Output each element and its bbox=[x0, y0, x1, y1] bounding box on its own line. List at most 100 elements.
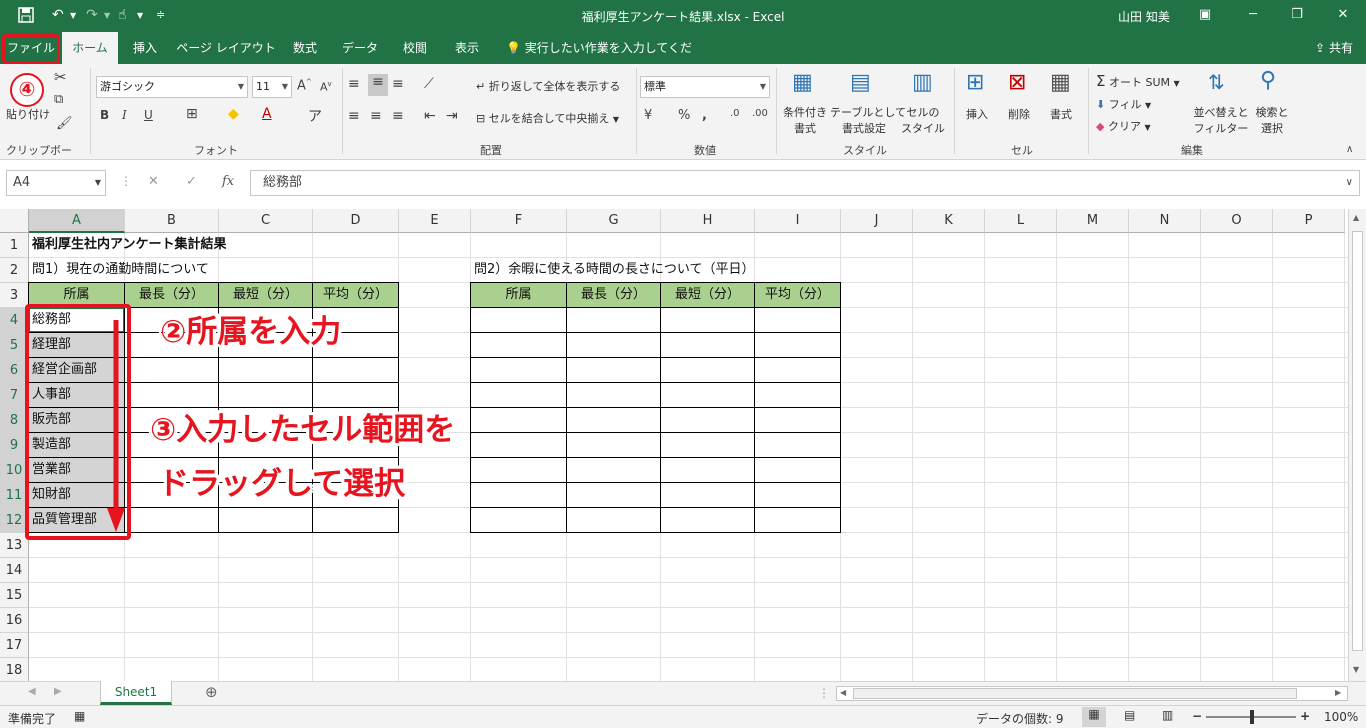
zoom-slider-thumb[interactable] bbox=[1250, 710, 1254, 724]
increase-decimal-icon[interactable]: .0 bbox=[730, 108, 740, 119]
column-header-j[interactable]: J bbox=[841, 209, 913, 233]
delete-cells-button[interactable]: 削除 bbox=[1008, 106, 1030, 122]
table-data-cell[interactable] bbox=[566, 482, 661, 508]
table-data-cell[interactable] bbox=[566, 382, 661, 408]
row-header-17[interactable]: 17 bbox=[0, 633, 29, 658]
table-data-cell[interactable] bbox=[754, 407, 841, 433]
orientation-icon[interactable]: ⟋ bbox=[424, 76, 434, 92]
table-data-cell[interactable] bbox=[754, 357, 841, 383]
table-data-cell[interactable] bbox=[470, 307, 567, 333]
tell-me-box[interactable]: 💡 実行したい作業を入力してください bbox=[506, 32, 696, 87]
expand-formula-icon[interactable]: ∨ bbox=[1346, 171, 1353, 195]
table-data-cell[interactable] bbox=[754, 482, 841, 508]
align-top-icon[interactable]: ≡ bbox=[348, 76, 360, 92]
font-size-select[interactable]: 11 ▼ bbox=[252, 76, 292, 98]
find-select-icon[interactable]: ⚲ bbox=[1260, 68, 1276, 93]
paste-button[interactable]: 貼り付け bbox=[6, 106, 50, 122]
table-data-cell[interactable] bbox=[754, 432, 841, 458]
table-data-cell[interactable] bbox=[124, 507, 219, 533]
table-data-cell[interactable] bbox=[566, 307, 661, 333]
column-header-m[interactable]: M bbox=[1057, 209, 1129, 233]
column-header-f[interactable]: F bbox=[471, 209, 567, 233]
table-header-cell[interactable]: 最長（分） bbox=[566, 282, 661, 308]
row-header-1[interactable]: 1 bbox=[0, 233, 29, 258]
sort-filter-button[interactable]: 並べ替えと フィルター bbox=[1192, 104, 1250, 136]
table-data-cell[interactable] bbox=[754, 457, 841, 483]
cell-f2-question2[interactable]: 問2）余暇に使える時間の長さについて（平日） bbox=[471, 258, 755, 283]
column-header-p[interactable]: P bbox=[1273, 209, 1345, 233]
tab-review[interactable]: 校閲 bbox=[394, 32, 436, 64]
restore-button[interactable]: ❐ bbox=[1282, 4, 1312, 26]
table-data-cell[interactable] bbox=[660, 432, 755, 458]
vertical-scrollbar[interactable]: ▲ ▼ bbox=[1348, 209, 1366, 681]
font-name-select[interactable]: 游ゴシック ▼ bbox=[96, 76, 248, 98]
table-data-cell[interactable] bbox=[470, 407, 567, 433]
accounting-format-icon[interactable]: ¥ bbox=[644, 108, 652, 123]
tab-insert[interactable]: 挿入 bbox=[124, 32, 166, 64]
table-data-cell[interactable] bbox=[312, 507, 399, 533]
table-data-cell[interactable] bbox=[218, 357, 313, 383]
table-data-cell[interactable] bbox=[660, 457, 755, 483]
zoom-level[interactable]: 100% bbox=[1324, 710, 1358, 724]
grow-font-icon[interactable]: A^ bbox=[297, 78, 312, 93]
tab-formulas[interactable]: 数式 bbox=[284, 32, 326, 64]
ribbon-display-options-icon[interactable]: ▣ bbox=[1190, 4, 1220, 26]
percent-icon[interactable]: % bbox=[678, 108, 690, 123]
format-cells-button[interactable]: 書式 bbox=[1050, 106, 1072, 122]
column-header-n[interactable]: N bbox=[1129, 209, 1201, 233]
column-header-k[interactable]: K bbox=[913, 209, 985, 233]
row-header-3[interactable]: 3 bbox=[0, 283, 29, 308]
table-format-icon[interactable]: ▤ bbox=[850, 70, 871, 95]
page-layout-view-icon[interactable]: ▤ bbox=[1124, 708, 1135, 722]
decrease-indent-icon[interactable]: ⇤ bbox=[424, 108, 436, 124]
table-data-cell[interactable] bbox=[312, 357, 399, 383]
table-data-cell[interactable] bbox=[660, 382, 755, 408]
insert-cells-button[interactable]: 挿入 bbox=[966, 106, 988, 122]
table-data-cell[interactable] bbox=[754, 507, 841, 533]
table-data-cell[interactable] bbox=[566, 332, 661, 358]
table-header-cell[interactable]: 最短（分） bbox=[660, 282, 755, 308]
table-header-cell[interactable]: 最長（分） bbox=[124, 282, 219, 308]
autosum-button[interactable]: Σ オート SUM ▼ bbox=[1096, 72, 1180, 90]
align-bottom-icon[interactable]: ≡ bbox=[392, 76, 404, 92]
italic-icon[interactable]: I bbox=[122, 108, 127, 122]
merge-center-button[interactable]: ⊟ セルを結合して中央揃え ▼ bbox=[476, 110, 619, 126]
decrease-decimal-icon[interactable]: .00 bbox=[752, 108, 768, 119]
table-data-cell[interactable] bbox=[660, 482, 755, 508]
column-header-h[interactable]: H bbox=[661, 209, 755, 233]
table-data-cell[interactable] bbox=[754, 382, 841, 408]
row-header-2[interactable]: 2 bbox=[0, 258, 29, 283]
select-all-button[interactable] bbox=[0, 209, 29, 233]
table-data-cell[interactable] bbox=[470, 482, 567, 508]
insert-function-icon[interactable]: fx bbox=[222, 174, 234, 189]
add-sheet-icon[interactable]: ⊕ bbox=[205, 683, 218, 701]
table-data-cell[interactable] bbox=[566, 432, 661, 458]
cell-a1-title[interactable]: 福利厚生社内アンケート集計結果 bbox=[29, 233, 226, 258]
enter-icon[interactable]: ✓ bbox=[186, 174, 197, 189]
conditional-format-icon[interactable]: ▦ bbox=[792, 70, 813, 95]
scroll-up-icon[interactable]: ▲ bbox=[1353, 213, 1359, 222]
row-header-14[interactable]: 14 bbox=[0, 558, 29, 583]
cut-icon[interactable]: ✂ bbox=[54, 68, 67, 86]
underline-icon[interactable]: U bbox=[144, 108, 153, 122]
align-middle-icon[interactable]: ≡ bbox=[368, 74, 388, 96]
collapse-ribbon-icon[interactable]: ∧ bbox=[1346, 144, 1353, 155]
column-header-b[interactable]: B bbox=[125, 209, 219, 233]
close-button[interactable]: ✕ bbox=[1328, 4, 1358, 26]
table-data-cell[interactable] bbox=[470, 432, 567, 458]
tab-page-layout[interactable]: ページ レイアウト bbox=[176, 32, 276, 64]
table-data-cell[interactable] bbox=[470, 507, 567, 533]
tab-home[interactable]: ホーム bbox=[62, 32, 118, 64]
table-data-cell[interactable] bbox=[660, 307, 755, 333]
table-data-cell[interactable] bbox=[566, 407, 661, 433]
name-box[interactable]: A4 ▼ bbox=[6, 170, 106, 196]
cancel-icon[interactable]: ✕ bbox=[148, 174, 159, 189]
find-select-button[interactable]: 検索と 選択 bbox=[1252, 104, 1292, 136]
clear-button[interactable]: ◆ クリア ▼ bbox=[1096, 118, 1151, 134]
column-header-e[interactable]: E bbox=[399, 209, 471, 233]
number-format-select[interactable]: 標準 ▼ bbox=[640, 76, 770, 98]
column-header-o[interactable]: O bbox=[1201, 209, 1273, 233]
zoom-in-icon[interactable]: + bbox=[1300, 709, 1310, 723]
table-data-cell[interactable] bbox=[566, 357, 661, 383]
format-as-table-button[interactable]: テーブルとして 書式設定 bbox=[830, 104, 906, 136]
